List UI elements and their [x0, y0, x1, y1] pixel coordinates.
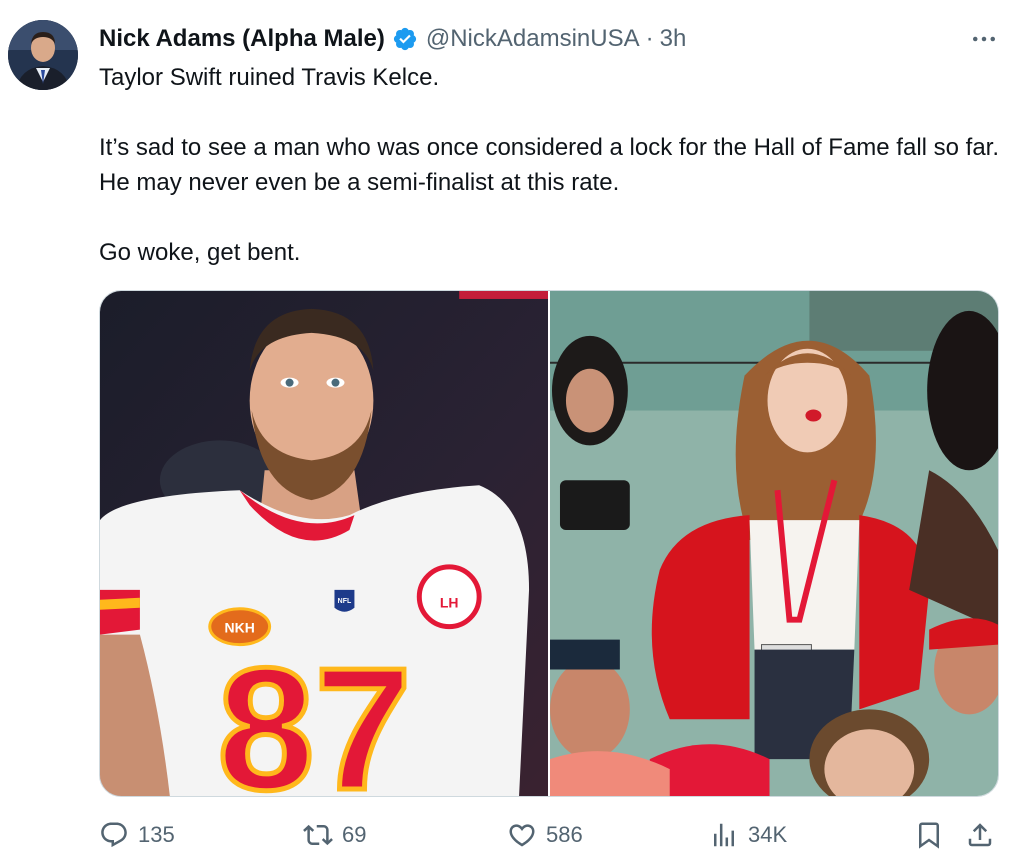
- reply-count: 135: [138, 822, 175, 847]
- separator-dot: ·: [645, 25, 654, 52]
- tweet-line-2: It’s sad to see a man who was once consi…: [99, 134, 1000, 196]
- reply-button[interactable]: 135: [99, 815, 175, 855]
- bookmark-button[interactable]: [914, 815, 944, 855]
- like-count: 586: [546, 822, 583, 847]
- tweet-media: 87 NKH NFL LH: [99, 290, 999, 797]
- media-photo-right[interactable]: [550, 291, 998, 796]
- share-button[interactable]: [965, 815, 995, 855]
- author-handle[interactable]: @NickAdamsinUSA: [426, 25, 640, 53]
- jersey-number: 87: [217, 631, 411, 796]
- tweet-action-bar: 135 69 586 34K: [99, 815, 1004, 855]
- tweet-header: Nick Adams (Alpha Male) @NickAdamsinUSA …: [99, 22, 686, 56]
- bookmark-icon: [919, 822, 939, 849]
- share-icon: [968, 823, 992, 847]
- media-photo-left[interactable]: 87 NKH NFL LH: [100, 291, 548, 796]
- author-display-name[interactable]: Nick Adams (Alpha Male): [99, 25, 385, 53]
- tweet-text: Taylor Swift ruined Travis Kelce. It’s s…: [99, 60, 999, 270]
- tweet-timestamp[interactable]: 3h: [660, 25, 687, 53]
- author-avatar[interactable]: [8, 20, 78, 90]
- retweet-count: 69: [342, 822, 367, 847]
- retweet-icon: [303, 824, 333, 846]
- tweet-line-3: Go woke, get bent.: [99, 239, 301, 266]
- views-button[interactable]: 34K: [709, 815, 787, 855]
- like-button[interactable]: 586: [507, 815, 583, 855]
- more-options-button[interactable]: [966, 24, 1002, 54]
- retweet-button[interactable]: 69: [303, 815, 366, 855]
- views-chart-icon: [714, 823, 734, 847]
- nfl-shield: NFL: [338, 598, 352, 605]
- verified-badge-icon[interactable]: [392, 26, 418, 52]
- more-dots-icon: [973, 36, 995, 42]
- nkh-patch: NKH: [225, 620, 255, 636]
- lh-badge: LH: [440, 595, 459, 611]
- avatar-image: [8, 20, 78, 90]
- reply-icon: [101, 822, 127, 848]
- tweet-line-1: Taylor Swift ruined Travis Kelce.: [99, 64, 440, 91]
- heart-icon: [509, 824, 535, 847]
- views-count: 34K: [748, 822, 788, 847]
